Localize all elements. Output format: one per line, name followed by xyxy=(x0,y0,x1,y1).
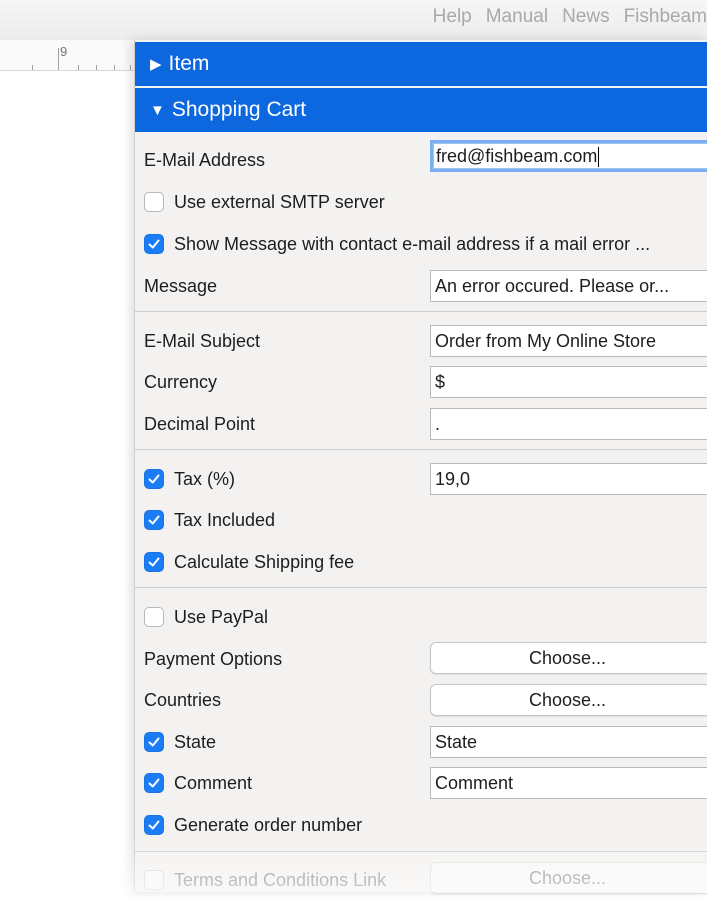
ruler-tick xyxy=(32,65,33,70)
email-value: fred@fishbeam.com xyxy=(436,146,598,166)
tax-input[interactable]: 19,0 xyxy=(430,463,707,495)
currency-label: Currency xyxy=(144,371,218,392)
show-message-row[interactable]: Show Message with contact e-mail address… xyxy=(144,224,707,264)
decimal-input[interactable]: . xyxy=(430,408,707,440)
section-item-title: Item xyxy=(168,52,210,75)
show-message-label: Show Message with contact e-mail address… xyxy=(174,233,651,254)
ruler: 9 xyxy=(0,40,136,71)
state-label: State xyxy=(174,731,217,752)
state-input[interactable]: State xyxy=(430,726,707,758)
subject-input[interactable]: Order from My Online Store xyxy=(430,325,707,357)
section-shopping-cart-header[interactable]: ▼ Shopping Cart xyxy=(135,88,707,132)
terms-checkbox[interactable] xyxy=(144,870,164,890)
checkmark-icon xyxy=(148,557,160,567)
comment-label: Comment xyxy=(174,772,253,793)
message-input[interactable]: An error occured. Please or... xyxy=(430,270,707,302)
menu-news[interactable]: News xyxy=(562,6,610,28)
menu-fishbeam[interactable]: Fishbeam xyxy=(624,6,707,28)
ruler-tick xyxy=(78,65,79,70)
shipping-checkbox[interactable] xyxy=(144,552,164,572)
comment-input[interactable]: Comment xyxy=(430,767,707,799)
shipping-label: Calculate Shipping fee xyxy=(174,551,355,572)
section-shopping-cart-title: Shopping Cart xyxy=(171,98,307,121)
order-number-checkbox[interactable] xyxy=(144,815,164,835)
ruler-tick xyxy=(96,65,97,70)
show-message-checkbox[interactable] xyxy=(144,234,164,254)
tax-included-row[interactable]: Tax Included xyxy=(144,500,707,540)
checkmark-icon xyxy=(148,474,160,484)
paypal-row[interactable]: Use PayPal xyxy=(144,597,707,637)
ruler-tick xyxy=(114,65,115,70)
checkmark-icon xyxy=(148,737,160,747)
smtp-row[interactable]: Use external SMTP server xyxy=(144,182,707,222)
divider xyxy=(135,449,707,450)
paypal-checkbox[interactable] xyxy=(144,607,164,627)
section-item-header[interactable]: ▶ Item xyxy=(135,42,707,86)
checkmark-icon xyxy=(148,515,160,525)
checkmark-icon xyxy=(148,820,160,830)
tax-label: Tax (%) xyxy=(174,468,236,489)
email-label: E-Mail Address xyxy=(144,149,266,170)
menu-help[interactable]: Help xyxy=(433,6,472,28)
menu-items: Help Manual News Fishbeam xyxy=(419,6,707,28)
currency-input[interactable]: $ xyxy=(430,366,707,398)
comment-checkbox[interactable] xyxy=(144,773,164,793)
disclosure-down-icon: ▼ xyxy=(150,101,165,119)
countries-label: Countries xyxy=(144,689,222,710)
ruler-tick xyxy=(130,65,131,70)
tax-included-label: Tax Included xyxy=(174,509,276,530)
tax-included-checkbox[interactable] xyxy=(144,510,164,530)
message-label: Message xyxy=(144,275,218,296)
email-input[interactable]: fred@fishbeam.com xyxy=(430,140,707,172)
text-cursor xyxy=(598,147,600,168)
ruler-number: 9 xyxy=(60,44,68,59)
checkmark-icon xyxy=(148,778,160,788)
divider xyxy=(135,851,707,852)
divider xyxy=(135,587,707,588)
payment-label: Payment Options xyxy=(144,648,283,669)
subject-label: E-Mail Subject xyxy=(144,330,261,351)
order-number-label: Generate order number xyxy=(174,814,363,835)
terms-label: Terms and Conditions Link xyxy=(174,869,387,890)
paypal-label: Use PayPal xyxy=(174,606,269,627)
decimal-label: Decimal Point xyxy=(144,413,256,434)
menu-manual[interactable]: Manual xyxy=(486,6,548,28)
smtp-checkbox[interactable] xyxy=(144,192,164,212)
divider xyxy=(135,311,707,312)
document-canvas xyxy=(0,71,134,892)
shipping-row[interactable]: Calculate Shipping fee xyxy=(144,542,707,582)
inspector-panel: ▶ Item ▼ Shopping Cart E-Mail Address fr… xyxy=(134,40,707,894)
payment-choose-button[interactable]: Choose... xyxy=(430,642,707,674)
order-number-row[interactable]: Generate order number xyxy=(144,805,707,845)
menu-bar: Help Manual News Fishbeam xyxy=(0,0,707,40)
state-checkbox[interactable] xyxy=(144,732,164,752)
terms-choose-button[interactable]: Choose... xyxy=(430,862,707,894)
countries-choose-button[interactable]: Choose... xyxy=(430,684,707,716)
ruler-tick xyxy=(58,48,59,70)
smtp-label: Use external SMTP server xyxy=(174,191,385,212)
tax-checkbox[interactable] xyxy=(144,469,164,489)
checkmark-icon xyxy=(148,239,160,249)
disclosure-right-icon: ▶ xyxy=(150,56,162,73)
